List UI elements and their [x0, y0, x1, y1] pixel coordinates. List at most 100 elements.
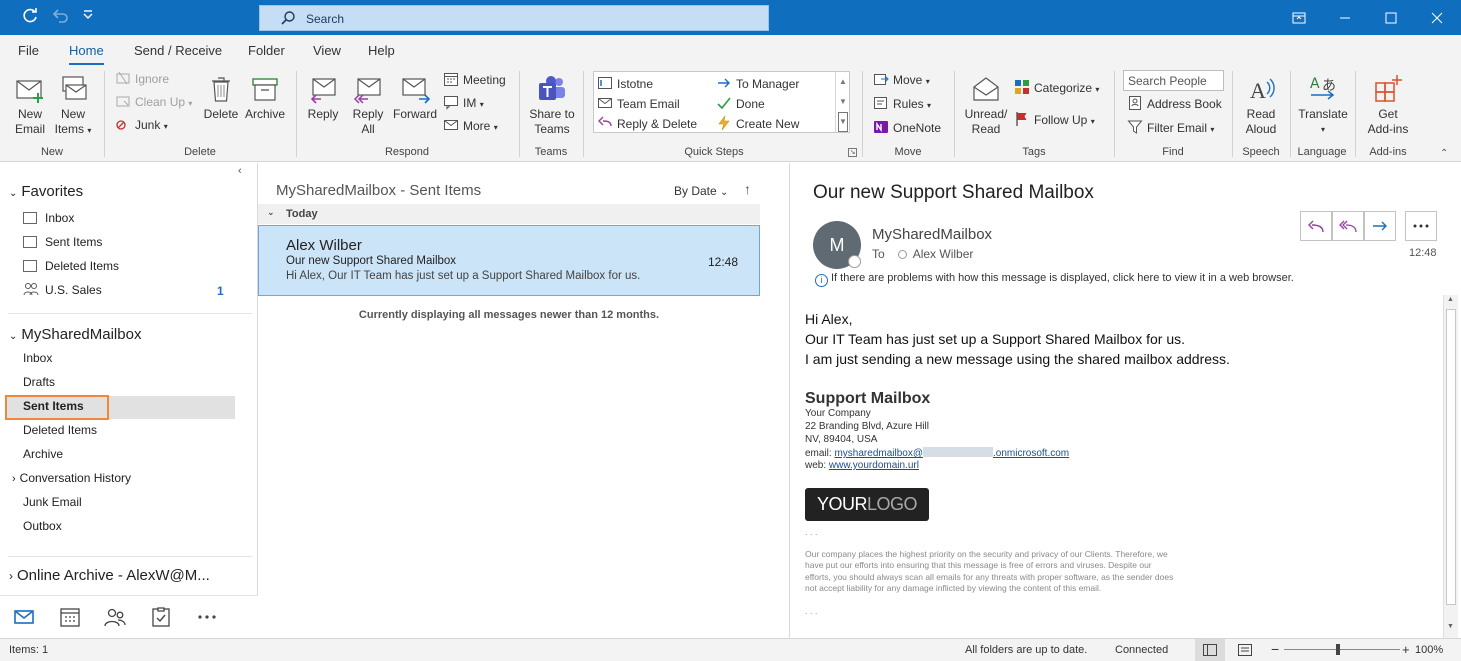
- reply-button[interactable]: Reply: [304, 73, 342, 122]
- share-teams-label-2: Teams: [534, 122, 570, 136]
- ribbon-display-options-icon[interactable]: [1276, 0, 1322, 35]
- undo-icon[interactable]: [48, 6, 72, 30]
- folder-junk-email[interactable]: Junk Email: [23, 491, 82, 513]
- delete-button[interactable]: Delete: [202, 73, 240, 122]
- chevron-down-icon[interactable]: ▼: [836, 92, 850, 112]
- follow-up-button[interactable]: Follow Up ▾: [1014, 110, 1095, 130]
- quick-step-istotne[interactable]: Istotne: [597, 74, 653, 94]
- get-add-ins-button[interactable]: Get Add-ins: [1362, 73, 1414, 137]
- minimize-icon[interactable]: [1322, 0, 1368, 35]
- new-email-button[interactable]: New Email: [12, 73, 48, 137]
- tab-file[interactable]: File: [18, 43, 39, 58]
- folder-inbox[interactable]: Inbox: [23, 347, 52, 369]
- online-archive-header[interactable]: › Online Archive - AlexW@M...: [9, 567, 210, 584]
- reading-view-button[interactable]: [1238, 644, 1252, 659]
- reply-all-button[interactable]: Reply All: [348, 73, 388, 137]
- more-actions-button[interactable]: [1405, 211, 1437, 241]
- folder-outbox[interactable]: Outbox: [23, 515, 62, 537]
- normal-view-button[interactable]: [1195, 639, 1225, 661]
- quick-step-create-new[interactable]: Create New: [716, 114, 799, 134]
- tab-help[interactable]: Help: [368, 43, 395, 58]
- folder-sent-items[interactable]: Sent Items: [23, 395, 84, 417]
- zoom-out-icon[interactable]: −: [1271, 641, 1279, 657]
- reply-button[interactable]: [1300, 211, 1332, 241]
- expand-gallery-icon[interactable]: ▼: [838, 112, 848, 132]
- collapse-ribbon-icon[interactable]: ⌃: [1440, 148, 1448, 159]
- scroll-down-icon[interactable]: ▼: [1447, 623, 1454, 630]
- scroll-up-icon[interactable]: ▲: [1447, 296, 1454, 303]
- people-icon[interactable]: [104, 606, 126, 628]
- more-respond-button[interactable]: More ▾: [443, 116, 498, 136]
- web-link[interactable]: www.yourdomain.url: [829, 460, 919, 471]
- ignore-button[interactable]: Ignore: [115, 69, 169, 89]
- customize-toolbar-icon[interactable]: [76, 6, 100, 30]
- quick-steps-scroll[interactable]: ▲ ▼ ▼: [835, 72, 850, 132]
- more-apps-icon[interactable]: [196, 606, 218, 628]
- new-items-button[interactable]: New Items ▾: [52, 73, 94, 138]
- dialog-launcher-icon[interactable]: ↘: [848, 148, 857, 157]
- message-item[interactable]: Alex Wilber Our new Support Shared Mailb…: [258, 225, 760, 296]
- clean-up-button[interactable]: Clean Up ▾: [115, 92, 192, 112]
- recipient-name[interactable]: Alex Wilber: [913, 247, 974, 261]
- address-book-button[interactable]: Address Book: [1127, 94, 1222, 114]
- forward-button[interactable]: Forward: [392, 73, 438, 122]
- forward-button[interactable]: [1364, 211, 1396, 241]
- zoom-in-icon[interactable]: +: [1402, 642, 1410, 657]
- more-respond-icon: [444, 120, 458, 130]
- filter-email-button[interactable]: Filter Email ▾: [1127, 118, 1214, 138]
- search-people-input[interactable]: Search People: [1123, 70, 1224, 91]
- sync-icon[interactable]: [18, 6, 42, 30]
- group-header-today[interactable]: ⌄ Today: [258, 204, 760, 224]
- move-button[interactable]: Move ▾: [873, 70, 930, 90]
- tasks-icon[interactable]: [150, 606, 172, 628]
- sort-button[interactable]: By Date ⌄: [674, 184, 728, 198]
- favorites-sent-items[interactable]: Sent Items: [23, 231, 102, 253]
- unread-read-button[interactable]: Unread/ Read: [962, 73, 1010, 137]
- search-input[interactable]: Search: [259, 5, 769, 31]
- display-problem-notice[interactable]: i If there are problems with how this mes…: [815, 272, 1294, 287]
- collapse-pane-icon[interactable]: ‹: [238, 165, 242, 177]
- favorites-us-sales[interactable]: U.S. Sales: [23, 279, 102, 301]
- reply-all-button[interactable]: [1332, 211, 1364, 241]
- tab-home[interactable]: Home: [69, 43, 104, 66]
- favorites-deleted-items[interactable]: Deleted Items: [23, 255, 119, 277]
- categorize-button[interactable]: Categorize ▾: [1014, 78, 1099, 98]
- tab-send-receive[interactable]: Send / Receive: [134, 43, 222, 58]
- mailbox-header[interactable]: ⌄ MySharedMailbox: [9, 326, 141, 343]
- reading-scrollbar[interactable]: ▲ ▼: [1443, 295, 1458, 638]
- favorites-header[interactable]: ⌄ Favorites: [9, 183, 83, 200]
- archive-button[interactable]: Archive: [243, 73, 287, 122]
- email-link[interactable]: mysharedmailbox@ .onmicrosoft.com: [834, 447, 1069, 459]
- sort-direction-icon[interactable]: ↑: [744, 181, 751, 197]
- scrollbar-thumb[interactable]: [1446, 309, 1456, 605]
- folder-archive[interactable]: Archive: [23, 443, 63, 465]
- zoom-level[interactable]: 100%: [1415, 644, 1443, 656]
- close-icon[interactable]: [1414, 0, 1460, 35]
- im-button[interactable]: IM ▾: [443, 93, 484, 113]
- mail-icon[interactable]: [13, 606, 35, 628]
- tab-view[interactable]: View: [313, 43, 341, 58]
- chevron-up-icon[interactable]: ▲: [836, 72, 850, 92]
- junk-button[interactable]: Junk ▾: [115, 115, 168, 135]
- translate-button[interactable]: Aあ Translate ▾: [1296, 73, 1350, 137]
- quick-step-reply-delete[interactable]: Reply & Delete: [597, 114, 697, 134]
- rules-button[interactable]: Rules ▾: [873, 94, 931, 114]
- quick-step-to-manager[interactable]: To Manager: [716, 74, 799, 94]
- onenote-button[interactable]: OneNote: [873, 118, 941, 138]
- calendar-icon[interactable]: [59, 606, 81, 628]
- zoom-slider[interactable]: [1284, 649, 1400, 650]
- favorites-inbox[interactable]: Inbox: [23, 207, 74, 229]
- tab-folder[interactable]: Folder: [248, 43, 285, 58]
- quick-step-done[interactable]: Done: [716, 94, 765, 114]
- read-aloud-button[interactable]: A Read Aloud: [1240, 73, 1282, 137]
- folder-conversation-history[interactable]: › Conversation History: [12, 467, 131, 489]
- meeting-button[interactable]: Meeting: [443, 70, 506, 90]
- folder-deleted-items[interactable]: Deleted Items: [23, 419, 97, 441]
- zoom-slider-thumb[interactable]: [1336, 644, 1340, 655]
- share-to-teams-button[interactable]: Share to Teams: [526, 73, 578, 137]
- maximize-icon[interactable]: [1368, 0, 1414, 35]
- folder-drafts[interactable]: Drafts: [23, 371, 55, 393]
- quick-step-team-email[interactable]: Team Email: [597, 94, 680, 114]
- reading-view-icon: [1238, 644, 1252, 656]
- sender-name[interactable]: MySharedMailbox: [872, 226, 992, 243]
